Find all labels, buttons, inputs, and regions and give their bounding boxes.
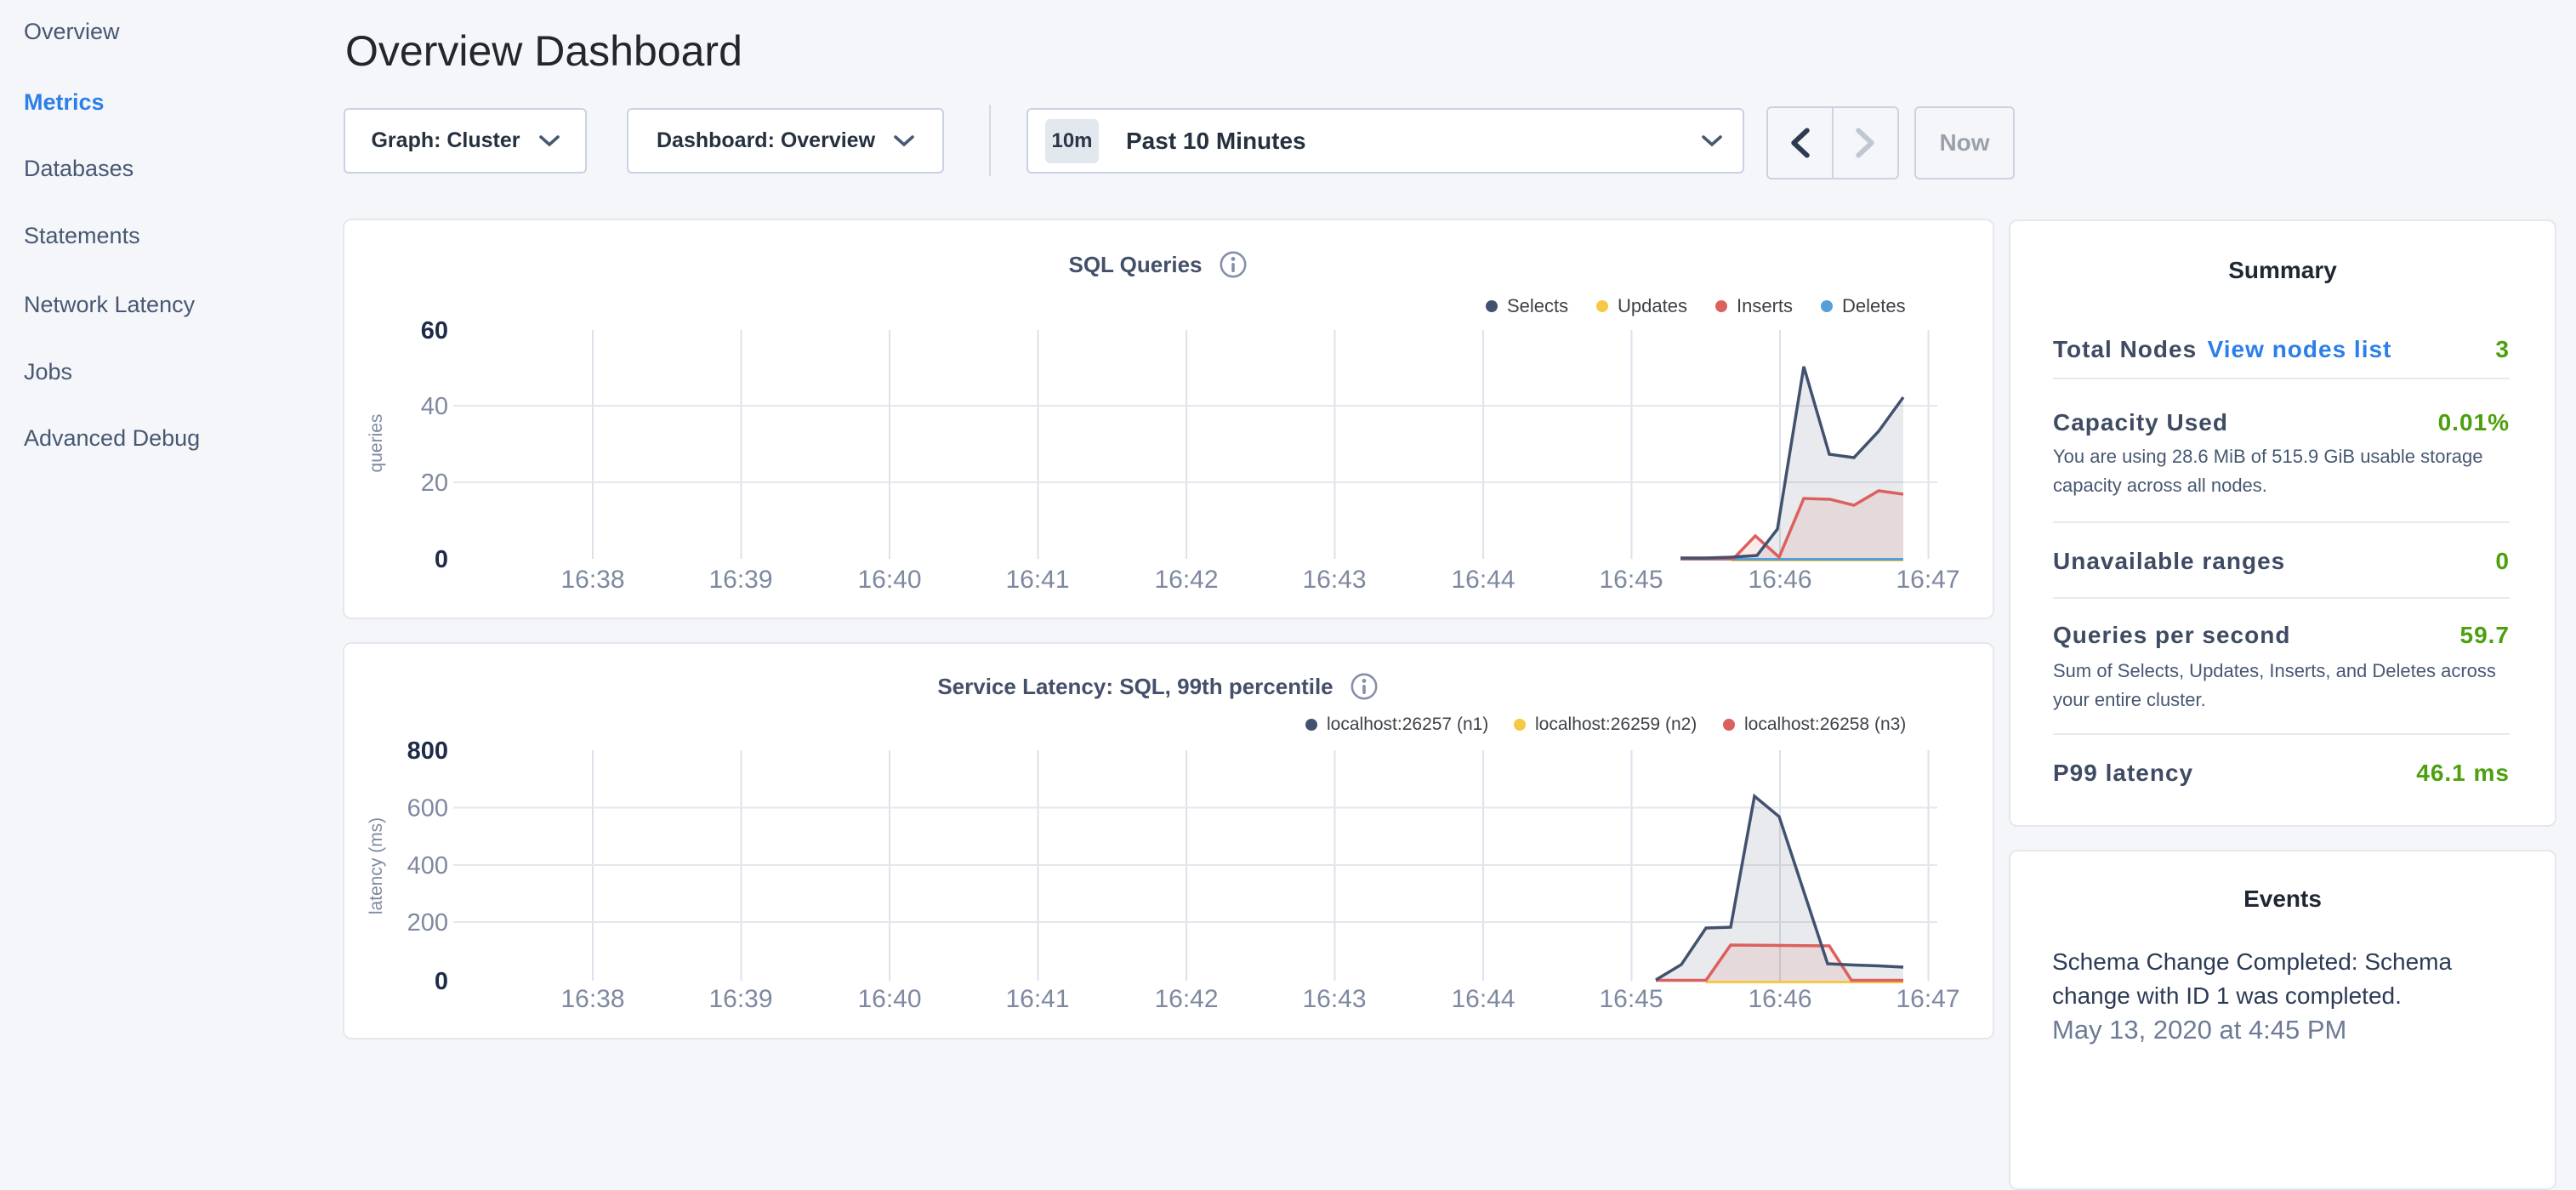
- svg-text:16:42: 16:42: [1154, 566, 1218, 594]
- svg-text:800: 800: [407, 737, 448, 765]
- svg-text:latency (ms): latency (ms): [367, 817, 386, 914]
- svg-text:16:39: 16:39: [708, 566, 772, 594]
- svg-text:16:41: 16:41: [1005, 985, 1069, 1013]
- svg-text:16:46: 16:46: [1748, 985, 1811, 1013]
- svg-text:0: 0: [435, 968, 448, 995]
- svg-text:20: 20: [421, 470, 448, 497]
- svg-text:16:44: 16:44: [1451, 985, 1515, 1013]
- svg-text:16:38: 16:38: [560, 985, 624, 1013]
- svg-text:16:43: 16:43: [1302, 566, 1366, 594]
- svg-text:16:42: 16:42: [1154, 985, 1218, 1013]
- svg-text:16:47: 16:47: [1896, 985, 1959, 1013]
- svg-text:16:45: 16:45: [1599, 985, 1663, 1013]
- svg-text:16:40: 16:40: [857, 566, 921, 594]
- svg-text:16:44: 16:44: [1451, 566, 1515, 594]
- svg-text:queries: queries: [367, 414, 386, 473]
- svg-text:16:41: 16:41: [1005, 566, 1069, 594]
- svg-text:16:43: 16:43: [1302, 985, 1366, 1013]
- svg-text:16:39: 16:39: [708, 985, 772, 1013]
- svg-text:16:38: 16:38: [560, 566, 624, 594]
- svg-text:60: 60: [421, 317, 448, 344]
- svg-text:200: 200: [407, 909, 448, 937]
- svg-text:600: 600: [407, 795, 448, 823]
- svg-text:400: 400: [407, 852, 448, 880]
- svg-text:16:47: 16:47: [1896, 566, 1959, 594]
- svg-text:16:45: 16:45: [1599, 566, 1663, 594]
- svg-text:16:40: 16:40: [857, 985, 921, 1013]
- svg-text:40: 40: [421, 393, 448, 420]
- svg-text:16:46: 16:46: [1748, 566, 1811, 594]
- svg-text:0: 0: [435, 546, 448, 573]
